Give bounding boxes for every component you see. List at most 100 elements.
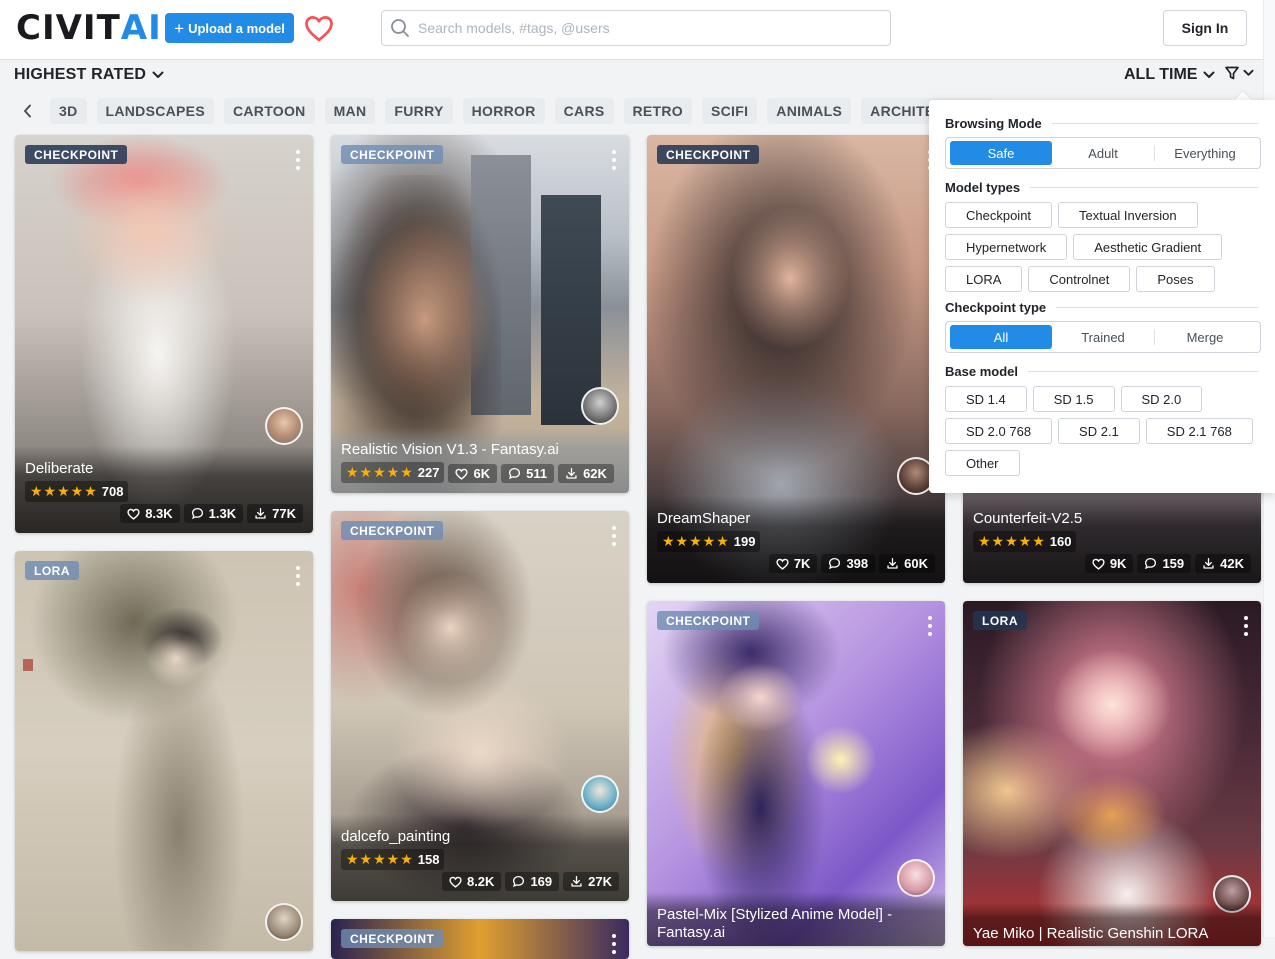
likes-count: 6K — [473, 466, 491, 481]
comment-icon — [1145, 557, 1157, 570]
card-footer: Pastel-Mix [Stylized Anime Model] - Fant… — [647, 892, 945, 946]
period-dropdown[interactable]: ALL TIME — [1124, 66, 1215, 84]
chip-lora[interactable]: LORA — [945, 266, 1023, 292]
card-menu-icon[interactable] — [295, 150, 301, 170]
comments-count: 398 — [846, 556, 869, 571]
tag-horror[interactable]: HORROR — [462, 98, 545, 124]
logo-text-civit: CIVIT — [16, 8, 121, 48]
comment-icon — [509, 467, 521, 480]
creator-avatar[interactable] — [265, 407, 303, 445]
tag-animals[interactable]: ANIMALS — [767, 98, 852, 124]
tag-cars[interactable]: CARS — [554, 98, 614, 124]
chip-other[interactable]: Other — [945, 450, 1020, 476]
chevron-down-icon — [1203, 71, 1215, 78]
top-header: CIVITAI + Upload a model Sign In — [0, 0, 1275, 60]
card-menu-icon[interactable] — [611, 934, 617, 954]
model-types-chips: Checkpoint Textual Inversion Hypernetwor… — [945, 202, 1259, 292]
chip-textual-inversion[interactable]: Textual Inversion — [1058, 202, 1198, 228]
sign-in-button[interactable]: Sign In — [1163, 10, 1247, 46]
creator-avatar[interactable] — [265, 903, 303, 941]
tag-landscapes[interactable]: LANDSCAPES — [96, 98, 214, 124]
rating-count: 708 — [101, 484, 124, 499]
card-menu-icon[interactable] — [295, 566, 301, 586]
comments-count: 511 — [526, 466, 548, 481]
comments-stat: 398 — [821, 554, 876, 573]
comments-stat: 169 — [505, 872, 560, 891]
tag-scifi[interactable]: SCIFI — [702, 98, 758, 124]
card-menu-icon[interactable] — [611, 526, 617, 546]
model-card-dreamshaper[interactable]: CHECKPOINT DreamShaper ★★★★★ 199 7K 398 6… — [647, 135, 945, 583]
model-type-badge: LORA — [25, 561, 79, 580]
model-title: DreamShaper — [657, 510, 751, 527]
chip-sd-2-1[interactable]: SD 2.1 — [1058, 418, 1140, 444]
download-icon — [1203, 557, 1214, 569]
card-footer: Counterfeit-V2.5 ★★★★★ 160 9K 159 42K — [963, 496, 1261, 583]
search-input[interactable] — [418, 20, 858, 36]
model-card-deliberate[interactable]: CHECKPOINT Deliberate ★★★★★ 708 8.3K 1.3K… — [15, 135, 313, 533]
model-card-yae-miko[interactable]: LORA Yae Miko | Realistic Genshin LORA — [963, 601, 1261, 946]
rating-count: 199 — [733, 534, 756, 549]
tag-furry[interactable]: FURRY — [385, 98, 453, 124]
comments-count: 169 — [530, 874, 553, 889]
tag-retro[interactable]: RETRO — [623, 98, 692, 124]
downloads-stat: 42K — [1195, 554, 1251, 573]
comment-icon — [191, 507, 203, 520]
chip-sd-2-0-768[interactable]: SD 2.0 768 — [945, 418, 1053, 444]
card-menu-icon[interactable] — [611, 150, 617, 170]
card-menu-icon[interactable] — [927, 616, 933, 636]
checkpoint-type-trained[interactable]: Trained — [1052, 325, 1154, 349]
tag-cartoon[interactable]: CARTOON — [223, 98, 315, 124]
browsing-mode-safe[interactable]: Safe — [950, 141, 1052, 165]
downloads-stat: 77K — [247, 504, 303, 523]
card-stats: 6K 511 62K — [448, 464, 614, 483]
model-card-dalcefo[interactable]: CHECKPOINT dalcefo_painting ★★★★★ 158 8.2… — [331, 511, 629, 901]
creator-avatar[interactable] — [581, 775, 619, 813]
browsing-mode-everything[interactable]: Everything — [1154, 141, 1256, 165]
card-menu-icon[interactable] — [1243, 616, 1249, 636]
browsing-mode-adult[interactable]: Adult — [1052, 141, 1154, 165]
model-title: Realistic Vision V1.3 - Fantasy.ai — [341, 441, 559, 458]
card-stats: 7K 398 60K — [657, 554, 935, 573]
model-types-heading: Model types — [945, 178, 1259, 196]
model-card-pastel-mix[interactable]: CHECKPOINT Pastel-Mix [Stylized Anime Mo… — [647, 601, 945, 946]
model-card-realistic-vision[interactable]: CHECKPOINT Realistic Vision V1.3 - Fanta… — [331, 135, 629, 493]
tags-scroll-left-button[interactable] — [14, 98, 40, 124]
star-rating-icon: ★★★★★ — [346, 464, 414, 480]
chip-sd-1-5[interactable]: SD 1.5 — [1032, 386, 1115, 412]
sort-dropdown[interactable]: HIGHEST RATED — [14, 66, 164, 84]
checkpoint-type-segmented-control: All Trained Merge — [945, 321, 1261, 353]
chip-sd-2-0[interactable]: SD 2.0 — [1120, 386, 1203, 412]
chip-sd-2-1-768[interactable]: SD 2.1 768 — [1145, 418, 1253, 444]
card-footer: Yae Miko | Realistic Genshin LORA — [963, 903, 1261, 946]
likes-count: 8.3K — [145, 506, 173, 521]
filter-popover: Browsing Mode Safe Adult Everything Mode… — [929, 100, 1275, 493]
model-preview-image — [15, 551, 313, 951]
checkpoint-type-merge[interactable]: Merge — [1154, 325, 1256, 349]
comments-stat: 511 — [501, 464, 555, 483]
chip-controlnet[interactable]: Controlnet — [1028, 266, 1131, 292]
chip-hypernetwork[interactable]: Hypernetwork — [945, 234, 1068, 260]
model-card-partial[interactable]: CHECKPOINT — [331, 919, 629, 959]
heart-icon — [1092, 558, 1105, 570]
chip-sd-1-4[interactable]: SD 1.4 — [945, 386, 1027, 412]
chip-aesthetic-gradient[interactable]: Aesthetic Gradient — [1073, 234, 1223, 260]
civitai-logo[interactable]: CIVIT AI — [16, 11, 162, 45]
support-heart-button[interactable] — [303, 12, 335, 44]
card-stats: 8.2K 169 27K — [341, 872, 619, 891]
chip-poses[interactable]: Poses — [1136, 266, 1215, 292]
search-bar[interactable] — [381, 10, 891, 46]
model-title: Pastel-Mix [Stylized Anime Model] - Fant… — [657, 906, 893, 941]
downloads-count: 77K — [272, 506, 296, 521]
downloads-count: 60K — [904, 556, 928, 571]
tag-man[interactable]: MAN — [324, 98, 376, 124]
browsing-mode-segmented-control: Safe Adult Everything — [945, 137, 1261, 169]
tag-3d[interactable]: 3D — [50, 98, 87, 124]
model-card-lora-ink[interactable]: LORA — [15, 551, 313, 951]
checkpoint-type-all[interactable]: All — [950, 325, 1052, 349]
browsing-mode-heading: Browsing Mode — [945, 114, 1259, 132]
downloads-stat: 62K — [558, 464, 614, 483]
upload-model-button[interactable]: + Upload a model — [165, 13, 294, 43]
filter-toggle-button[interactable] — [1224, 65, 1254, 81]
chip-checkpoint[interactable]: Checkpoint — [945, 202, 1053, 228]
creator-avatar[interactable] — [581, 387, 619, 425]
